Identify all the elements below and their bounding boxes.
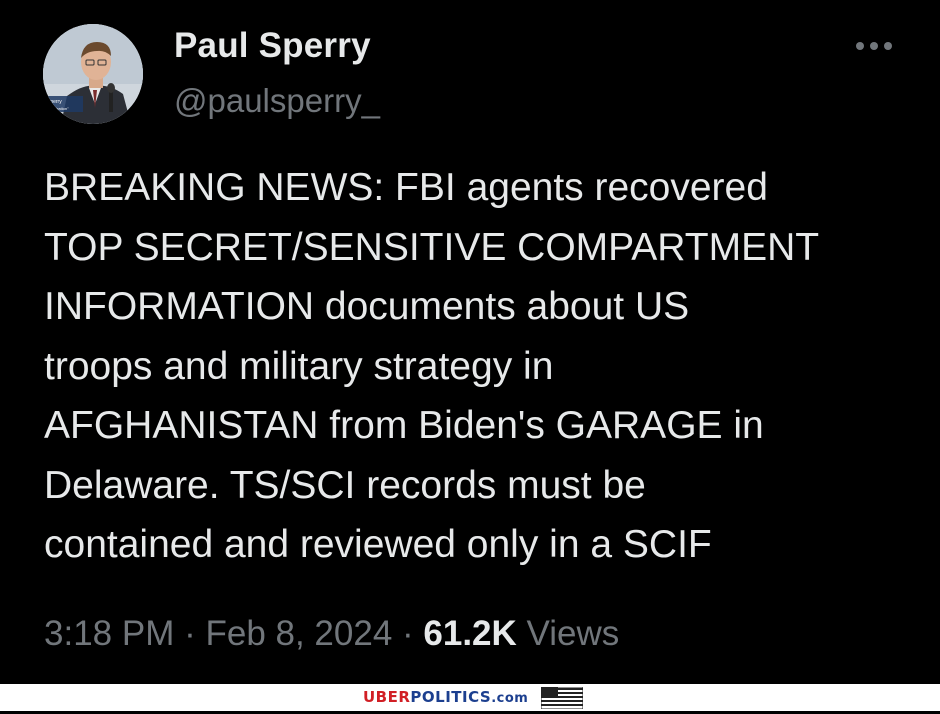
author-avatar[interactable]: Sperry r, "Infiltration" xyxy=(43,24,143,124)
avatar-caption-line2: r, "Infiltration" xyxy=(45,106,69,111)
views-count[interactable]: 61.2K xyxy=(423,614,516,653)
author-handle[interactable]: @paulsperry_ xyxy=(174,82,380,120)
tweet-text: BREAKING NEWS: FBI agents recovered TOP … xyxy=(44,166,820,566)
meta-separator: · xyxy=(392,614,424,653)
tweet-time[interactable]: 3:18 PM xyxy=(44,614,174,653)
meta-separator: · xyxy=(174,614,206,653)
site-watermark: UBERPOLITICS.com xyxy=(363,688,528,706)
watermark-dotcom: .com xyxy=(491,691,529,706)
more-options-icon[interactable] xyxy=(852,36,896,56)
watermark-uber: UBER xyxy=(363,688,411,706)
author-display-name[interactable]: Paul Sperry xyxy=(174,26,371,66)
profile-photo-icon: Sperry r, "Infiltration" xyxy=(43,24,143,124)
views-label: Views xyxy=(526,614,620,653)
avatar-caption-line1: Sperry xyxy=(47,99,62,105)
tweet-card: Sperry r, "Infiltration" Paul Sperry @pa… xyxy=(0,0,940,684)
watermark-bar: UBERPOLITICS.com xyxy=(0,684,940,711)
tweet-date[interactable]: Feb 8, 2024 xyxy=(205,614,392,653)
tweet-metadata: 3:18 PM · Feb 8, 2024 · 61.2K Views xyxy=(44,614,619,654)
us-flag-icon xyxy=(540,686,584,710)
watermark-politics: POLITICS xyxy=(410,688,492,706)
